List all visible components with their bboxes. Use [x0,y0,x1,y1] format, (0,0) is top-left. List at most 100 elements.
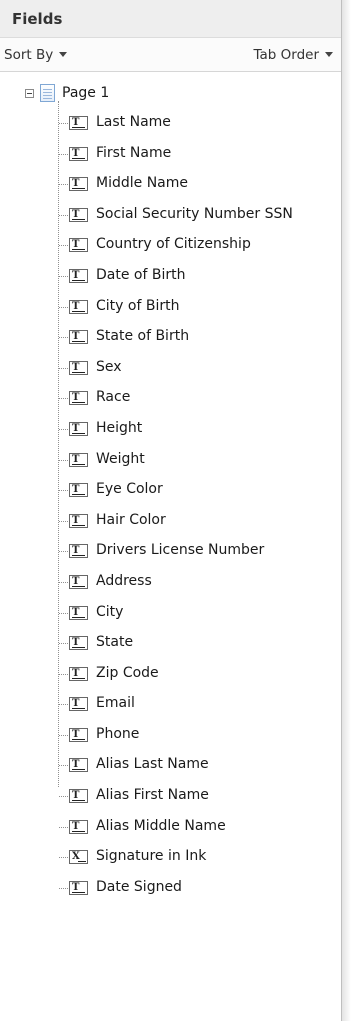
field-item[interactable]: T Height [0,414,341,445]
panel-title: Fields [12,9,63,28]
field-label: Alias Middle Name [96,817,226,834]
tree-connector [59,520,68,522]
text-field-icon: T [69,605,88,620]
tree-connector [59,306,68,308]
tree-connector [59,367,68,369]
text-field-icon: T [69,177,88,192]
field-label: Alias Last Name [96,756,209,773]
field-label: Drivers License Number [96,542,265,559]
tree-connector [59,796,68,798]
tree-connector [59,581,68,583]
field-label: Weight [96,450,145,467]
fields-toolbar: Sort By Tab Order [0,38,341,72]
field-label: Date Signed [96,878,182,895]
field-item[interactable]: T Alias Last Name [0,750,341,781]
field-item[interactable]: T First Name [0,139,341,170]
tree-connector [59,123,68,124]
field-label: Country of Citizenship [96,236,251,253]
field-label: Zip Code [96,664,159,681]
field-list: T Last Name T First Name T Middle Name T Social… [0,108,341,903]
field-label: Middle Name [96,175,188,192]
field-item[interactable]: T State of Birth [0,322,341,353]
tree-connector [59,734,68,736]
field-item[interactable]: T Alias First Name [0,781,341,812]
text-field-icon: T [69,452,88,467]
tree-connector [59,337,68,339]
text-field-icon: T [69,758,88,773]
text-field-icon: T [69,819,88,834]
tree-connector [59,153,68,155]
field-label: State of Birth [96,328,190,345]
field-item[interactable]: T Sex [0,353,341,384]
tree-connector [59,184,68,186]
field-item[interactable]: T Eye Color [0,475,341,506]
tree-connector [59,275,68,277]
tree-node-page[interactable]: Page 1 [0,80,341,108]
text-field-icon: T [69,727,88,742]
tree-connector [59,428,68,430]
fields-panel: Fields Sort By Tab Order Page 1 T Last Na… [0,0,342,1021]
sort-by-button[interactable]: Sort By [4,47,68,63]
field-item[interactable]: X Signature in Ink [0,842,341,873]
page-icon [40,84,55,102]
tree-connector [59,857,68,859]
field-item[interactable]: T Alias Middle Name [0,812,341,843]
field-item[interactable]: T Date of Birth [0,261,341,292]
field-item[interactable]: T Social Security Number SSN [0,200,341,231]
field-item[interactable]: T City of Birth [0,292,341,323]
signature-field-icon: X [69,850,88,865]
tree-connector [59,643,68,645]
text-field-icon: T [69,391,88,406]
field-item[interactable]: T Middle Name [0,169,341,200]
panel-header: Fields [0,0,341,38]
field-label: State [96,634,134,651]
tree-connector [59,612,68,614]
field-item[interactable]: T Race [0,383,341,414]
text-field-icon: T [69,146,88,161]
field-item[interactable]: T Weight [0,445,341,476]
field-label: Social Security Number SSN [96,205,293,222]
field-label: City of Birth [96,297,180,314]
tree-connector [59,490,68,492]
field-item[interactable]: T Email [0,689,341,720]
text-field-icon: T [69,421,88,436]
field-item[interactable]: T State [0,628,341,659]
text-field-icon: T [69,513,88,528]
field-item[interactable]: T Drivers License Number [0,536,341,567]
panel-shadow [341,0,351,1021]
field-item[interactable]: T Last Name [0,108,341,139]
text-field-icon: T [69,880,88,895]
tree-connector [59,673,68,675]
field-label: City [96,603,124,620]
text-field-icon: T [69,360,88,375]
field-label: Alias First Name [96,787,209,804]
fields-tree: Page 1 T Last Name T First Name T Middle Name… [0,80,341,903]
text-field-icon: T [69,299,88,314]
field-item[interactable]: T Zip Code [0,659,341,690]
field-label: Signature in Ink [96,848,207,865]
tree-connector [59,398,68,400]
collapse-icon[interactable] [25,89,34,98]
tab-order-label: Tab Order [253,46,319,63]
field-label: First Name [96,144,172,161]
text-field-icon: T [69,574,88,589]
tab-order-button[interactable]: Tab Order [253,47,333,63]
text-field-icon: T [69,330,88,345]
field-label: Phone [96,725,140,742]
tree-connector [59,704,68,706]
tree-connector [59,765,68,767]
tree-connector [59,245,68,247]
field-item[interactable]: T Address [0,567,341,598]
field-label: Hair Color [96,511,166,528]
field-item[interactable]: T City [0,598,341,629]
field-item[interactable]: T Date Signed [0,873,341,904]
tree-connector [59,826,68,828]
field-item[interactable]: T Hair Color [0,506,341,537]
text-field-icon: T [69,207,88,222]
tree-connector [59,459,68,461]
field-item[interactable]: T Phone [0,720,341,751]
chevron-down-icon [59,52,68,57]
text-field-icon: T [69,116,88,130]
field-item[interactable]: T Country of Citizenship [0,230,341,261]
field-label: Eye Color [96,481,163,498]
